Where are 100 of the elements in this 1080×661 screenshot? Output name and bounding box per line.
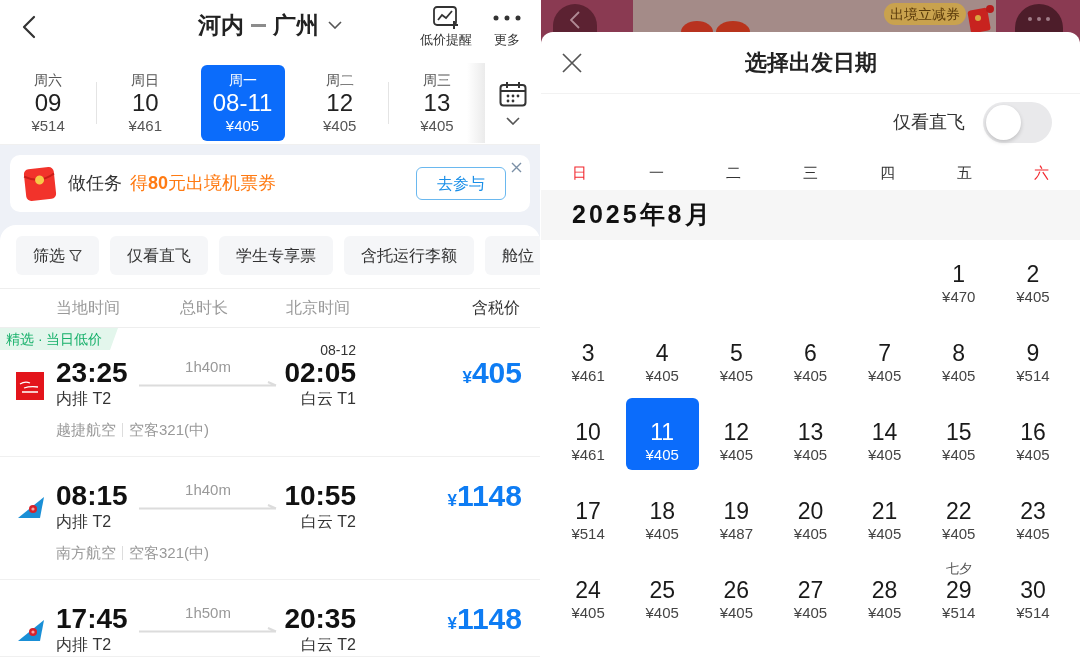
balloons-illustration <box>681 18 753 32</box>
promo-task-text: 做任务 <box>68 172 122 195</box>
arrival-time: 10:55 <box>284 481 356 511</box>
calendar-day[interactable]: 26 ¥405 <box>699 556 773 628</box>
column-header: 总时长 <box>180 298 229 318</box>
filter-chip[interactable]: 学生专享票 <box>219 236 333 275</box>
airline-logo-icon <box>16 372 44 400</box>
close-icon[interactable] <box>562 52 582 73</box>
filter-chip[interactable]: 筛选 <box>16 236 99 275</box>
arrival-time: 02:05 <box>284 358 356 388</box>
back-icon[interactable] <box>22 15 36 39</box>
price-alert-button[interactable]: 低价提醒 <box>420 5 472 48</box>
weekday-label: 三 <box>803 162 818 183</box>
toggle-label: 仅看直飞 <box>893 110 965 134</box>
calendar-day[interactable]: 2 ¥405 <box>996 240 1070 312</box>
calendar-day[interactable]: 11 ¥405 <box>625 398 699 470</box>
arrival-airport: 白云 T1 <box>300 389 356 409</box>
month-heading: 2025年8月 <box>541 190 1080 240</box>
date-tab[interactable]: 周三 13 ¥405 <box>394 65 479 141</box>
calendar-day[interactable]: 24 ¥405 <box>551 556 625 628</box>
calendar-day[interactable]: 18 ¥405 <box>625 477 699 549</box>
envelope-icon <box>966 4 994 32</box>
envelope-icon <box>22 164 58 203</box>
arrival-airport: 白云 T2 <box>300 635 356 655</box>
filter-chip[interactable]: 仅看直飞 <box>110 236 208 275</box>
chevron-down-icon[interactable] <box>328 21 342 29</box>
chart-plus-icon <box>433 6 459 30</box>
flight-duration: 1h40m <box>185 358 231 376</box>
calendar-day[interactable]: 23 ¥405 <box>996 477 1070 549</box>
calendar-day[interactable]: 7 ¥405 <box>848 319 922 391</box>
sheet-title: 选择出发日期 <box>744 49 877 77</box>
calendar-day[interactable]: 30 ¥514 <box>996 556 1070 628</box>
close-icon[interactable] <box>511 162 522 173</box>
weekday-label: 六 <box>1034 162 1049 183</box>
calendar-day[interactable]: 1 ¥470 <box>922 240 996 312</box>
calendar-day[interactable]: 13 ¥405 <box>774 398 847 470</box>
column-header: 含税价 <box>472 298 520 318</box>
calendar-day[interactable]: 16 ¥405 <box>996 398 1070 470</box>
route-dash-icon <box>251 23 266 27</box>
currency-symbol: ¥ <box>462 368 472 389</box>
more-icon <box>1028 17 1050 21</box>
calendar-day[interactable]: 19 ¥487 <box>699 477 773 549</box>
calendar-day[interactable]: 3 ¥461 <box>551 319 625 391</box>
calendar-day[interactable]: 10 ¥461 <box>551 398 625 470</box>
calendar-day[interactable]: 22 ¥405 <box>922 477 996 549</box>
column-header: 北京时间 <box>286 298 351 318</box>
filter-chip[interactable]: 舱位 <box>485 236 540 275</box>
funnel-icon <box>69 249 82 262</box>
date-tab[interactable]: 周日 10 ¥461 <box>103 65 188 141</box>
airline-tail-icon <box>16 618 44 642</box>
weekday-label: 四 <box>880 162 895 183</box>
calendar-icon <box>498 81 527 107</box>
weekday-label: 日 <box>572 162 587 183</box>
calendar-day[interactable]: 25 ¥405 <box>625 556 699 628</box>
calendar-day[interactable]: 12 ¥405 <box>699 398 773 470</box>
next-day-date: 08-12 <box>320 342 356 358</box>
filter-chip[interactable]: 含托运行李额 <box>344 236 474 275</box>
calendar-day[interactable]: 9 ¥514 <box>996 319 1070 391</box>
calendar-day[interactable]: 5 ¥405 <box>699 319 773 391</box>
flight-price: 405 <box>471 358 522 388</box>
date-tab[interactable]: 周一 08-11 ¥405 <box>200 65 285 141</box>
departure-airport: 内排 T2 <box>56 389 113 409</box>
calendar-day[interactable]: 4 ¥405 <box>625 319 699 391</box>
currency-symbol: ¥ <box>447 491 457 512</box>
departure-airport: 内排 T2 <box>56 512 113 532</box>
calendar-day[interactable]: 20 ¥405 <box>774 477 847 549</box>
calendar-day[interactable]: 28 ¥405 <box>848 556 922 628</box>
airline-name: 南方航空 <box>56 543 116 563</box>
calendar-day[interactable]: 14 ¥405 <box>848 398 922 470</box>
calendar-day[interactable]: 8 ¥405 <box>922 319 996 391</box>
date-tab[interactable]: 周六 09 ¥514 <box>6 65 91 141</box>
route-destination: 广州 <box>273 11 319 40</box>
calendar-day[interactable]: 七夕 29 ¥514 <box>922 556 996 628</box>
currency-symbol: ¥ <box>447 614 457 635</box>
calendar-day[interactable]: 21 ¥405 <box>848 477 922 549</box>
calendar-day[interactable]: 15 ¥405 <box>922 398 996 470</box>
date-tab[interactable]: 周二 12 ¥405 <box>297 65 382 141</box>
calendar-day[interactable]: 6 ¥405 <box>774 319 847 391</box>
join-button[interactable]: 去参与 <box>416 167 506 200</box>
festival-label: 七夕 <box>945 561 972 577</box>
promo-reward-text: 得80元出境机票券 <box>130 172 277 195</box>
arrival-time: 20:35 <box>284 604 356 634</box>
airline-tail-icon <box>16 495 44 519</box>
route-origin: 河内 <box>198 11 244 40</box>
flight-price: 1148 <box>456 481 522 511</box>
aircraft-type: 空客321(中) <box>129 420 210 440</box>
weekday-label: 二 <box>726 162 741 183</box>
calendar-day[interactable]: 27 ¥405 <box>774 556 847 628</box>
arrival-airport: 白云 T2 <box>300 512 356 532</box>
route-arrow-icon <box>139 504 277 510</box>
departure-time: 08:15 <box>56 481 129 511</box>
calendar-day[interactable]: 17 ¥514 <box>551 477 625 549</box>
coupon-tag: 出境立减券 <box>884 3 966 25</box>
departure-time: 17:45 <box>56 604 129 634</box>
more-button[interactable]: 更多 <box>493 5 521 48</box>
direct-flight-toggle[interactable] <box>983 101 1052 143</box>
flight-duration: 1h50m <box>185 604 231 622</box>
airline-name: 越捷航空 <box>56 420 116 440</box>
more-icon <box>493 15 521 21</box>
back-icon <box>570 11 580 29</box>
